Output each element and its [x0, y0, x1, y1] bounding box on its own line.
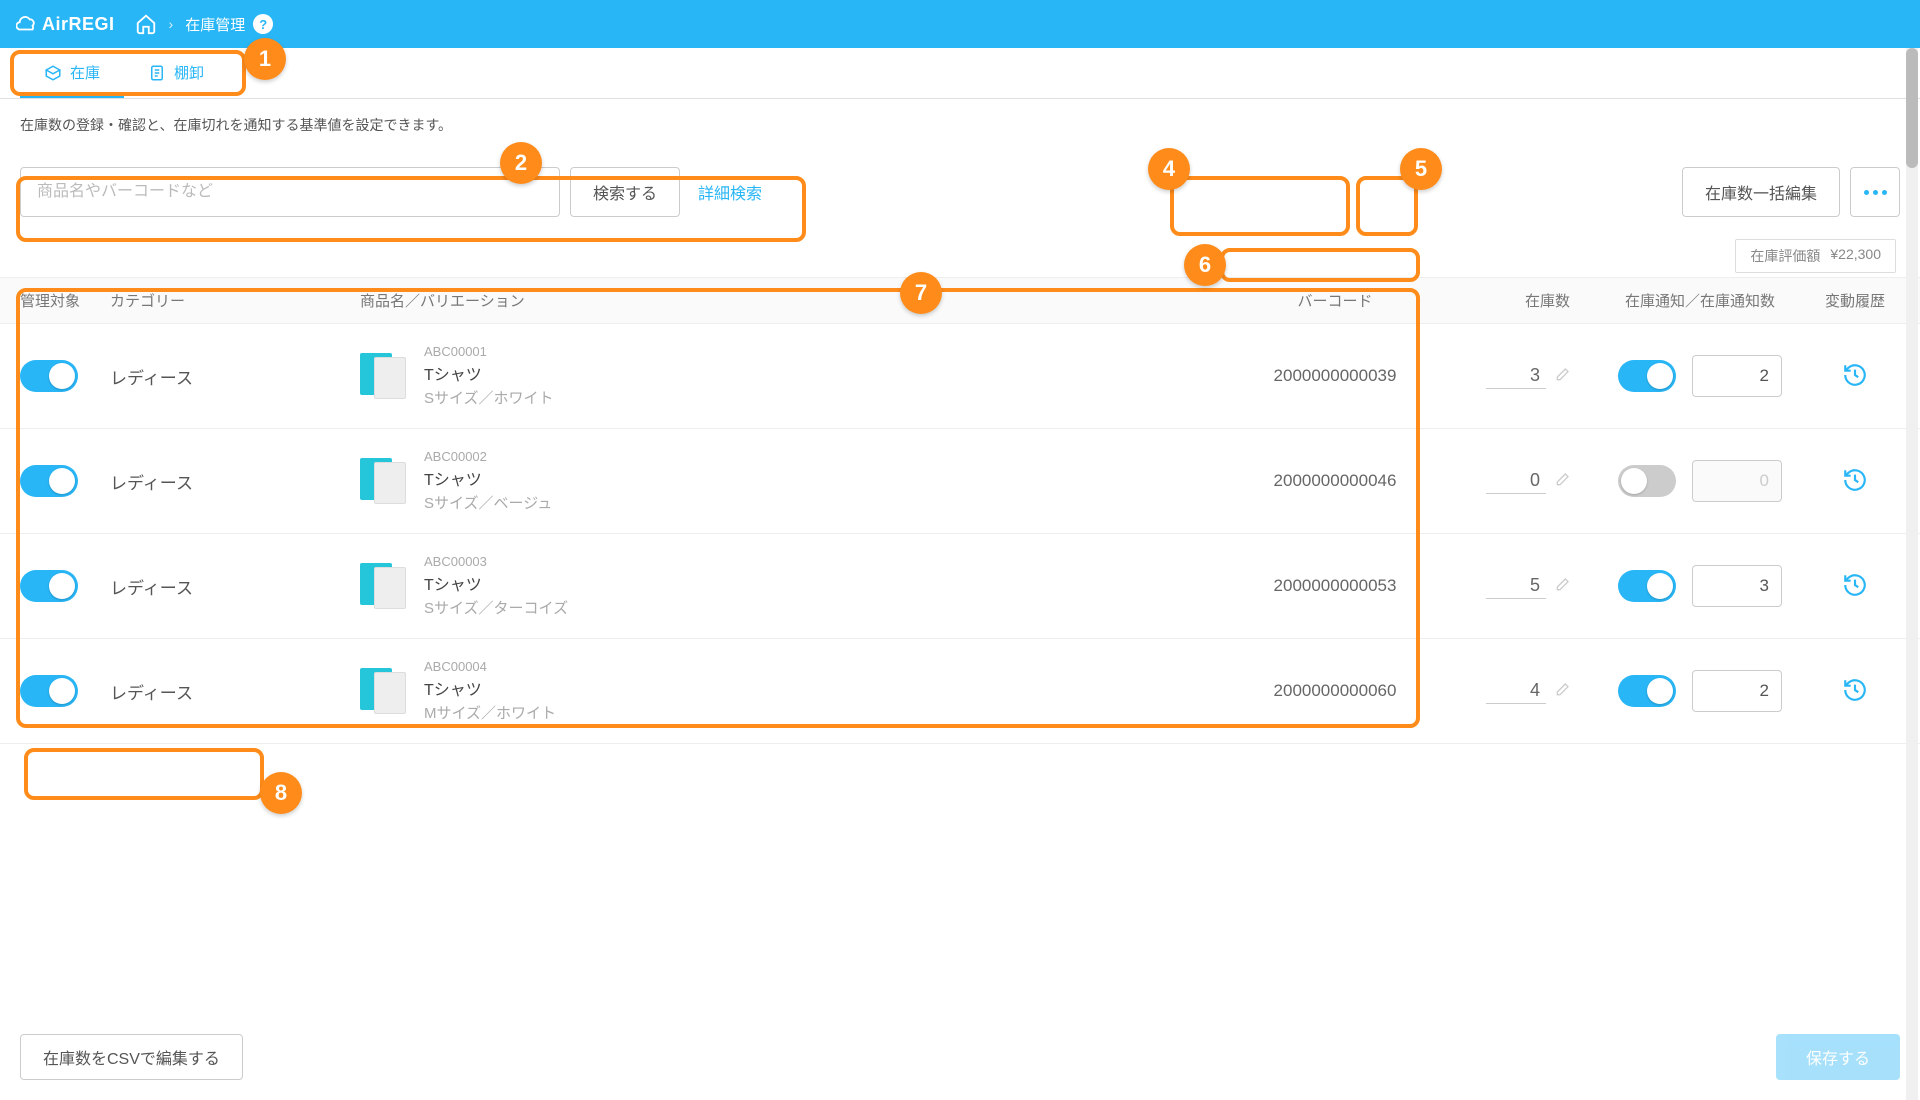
notify-toggle[interactable] [1618, 570, 1676, 602]
notify-qty-input[interactable] [1692, 355, 1782, 397]
col-history: 変動履歴 [1810, 290, 1900, 311]
notify-toggle[interactable] [1618, 675, 1676, 707]
notify-qty-input[interactable] [1692, 460, 1782, 502]
tab-stock-label: 在庫 [70, 62, 100, 83]
product-thumbnail [360, 456, 410, 506]
product-name: Tシャツ [424, 466, 552, 490]
managed-toggle[interactable] [20, 360, 78, 392]
brand-logo: AirREGI [16, 13, 115, 35]
col-notify: 在庫通知／在庫通知数 [1590, 290, 1810, 311]
box-icon [44, 64, 62, 82]
table-header: 管理対象 カテゴリー 商品名／バリエーション バーコード 在庫数 在庫通知／在庫… [0, 277, 1920, 324]
pencil-icon[interactable] [1554, 577, 1570, 596]
app-header: AirREGI › 在庫管理 ? [0, 0, 1920, 48]
advanced-search-link[interactable]: 詳細検索 [690, 180, 770, 204]
category-text: レディース [110, 684, 193, 703]
tab-inventory[interactable]: 棚卸 [124, 48, 228, 98]
history-icon[interactable] [1842, 362, 1868, 388]
product-variation: Mサイズ／ホワイト [424, 702, 556, 723]
product-name: Tシャツ [424, 361, 554, 385]
barcode-text: 2000000000046 [1274, 471, 1397, 490]
save-button[interactable]: 保存する [1776, 1034, 1900, 1080]
ellipsis-icon [1864, 190, 1887, 195]
table-row: レディース ABC00001 TシャツSサイズ／ホワイト 2000000000039 3 [0, 324, 1920, 429]
managed-toggle[interactable] [20, 570, 78, 602]
barcode-text: 2000000000053 [1274, 576, 1397, 595]
cloud-icon [16, 13, 38, 35]
product-variation: Sサイズ／ベージュ [424, 492, 552, 513]
product-sku: ABC00003 [424, 554, 568, 569]
pencil-icon[interactable] [1554, 472, 1570, 491]
valuation-amount: ¥22,300 [1830, 246, 1881, 266]
pencil-icon[interactable] [1554, 682, 1570, 701]
table-row: レディース ABC00002 TシャツSサイズ／ベージュ 2000000000046 0 [0, 429, 1920, 534]
footer-bar: 在庫数をCSVで編集する 保存する [0, 1014, 1920, 1100]
valuation-row: 在庫評価額 ¥22,300 [0, 233, 1920, 277]
stock-table: 管理対象 カテゴリー 商品名／バリエーション バーコード 在庫数 在庫通知／在庫… [0, 277, 1920, 744]
breadcrumb-separator: › [169, 16, 174, 32]
csv-edit-button[interactable]: 在庫数をCSVで編集する [20, 1034, 243, 1080]
scrollbar[interactable] [1906, 48, 1918, 1100]
barcode-text: 2000000000060 [1274, 681, 1397, 700]
stock-value[interactable]: 0 [1486, 468, 1546, 494]
clipboard-icon [148, 64, 166, 82]
table-row: レディース ABC00004 TシャツMサイズ／ホワイト 2000000000060 4 [0, 639, 1920, 744]
table-row: レディース ABC00003 TシャツSサイズ／ターコイズ 2000000000053… [0, 534, 1920, 639]
pencil-icon[interactable] [1554, 367, 1570, 386]
category-text: レディース [110, 369, 193, 388]
col-barcode: バーコード [1230, 290, 1440, 311]
table-body: レディースABC00001TシャツSサイズ／ホワイト20000000000393… [0, 324, 1920, 744]
tab-bar: 在庫 棚卸 [0, 48, 1920, 99]
col-category: カテゴリー [110, 290, 360, 311]
product-name: Tシャツ [424, 676, 556, 700]
notify-toggle[interactable] [1618, 465, 1676, 497]
col-stock: 在庫数 [1440, 290, 1590, 311]
stock-value[interactable]: 5 [1486, 573, 1546, 599]
product-sku: ABC00001 [424, 344, 554, 359]
tab-inventory-label: 棚卸 [174, 62, 204, 83]
help-button[interactable]: ? [253, 14, 273, 34]
category-text: レディース [110, 579, 193, 598]
valuation-label: 在庫評価額 [1750, 246, 1820, 266]
more-actions-button[interactable] [1850, 167, 1900, 217]
history-icon[interactable] [1842, 572, 1868, 598]
product-thumbnail [360, 351, 410, 401]
product-sku: ABC00004 [424, 659, 556, 674]
valuation-box: 在庫評価額 ¥22,300 [1735, 239, 1896, 273]
page-description: 在庫数の登録・確認と、在庫切れを通知する基準値を設定できます。 [0, 99, 1920, 151]
product-variation: Sサイズ／ホワイト [424, 387, 554, 408]
home-icon [135, 13, 157, 35]
managed-toggle[interactable] [20, 465, 78, 497]
product-name: Tシャツ [424, 571, 568, 595]
product-sku: ABC00002 [424, 449, 552, 464]
product-thumbnail [360, 561, 410, 611]
col-managed: 管理対象 [20, 290, 110, 311]
bulk-edit-button[interactable]: 在庫数一括編集 [1682, 167, 1840, 217]
barcode-text: 2000000000039 [1274, 366, 1397, 385]
tab-stock[interactable]: 在庫 [20, 48, 124, 98]
search-input[interactable] [20, 167, 560, 217]
notify-qty-input[interactable] [1692, 565, 1782, 607]
home-button[interactable] [135, 13, 157, 35]
notify-toggle[interactable] [1618, 360, 1676, 392]
stock-value[interactable]: 4 [1486, 678, 1546, 704]
history-icon[interactable] [1842, 677, 1868, 703]
managed-toggle[interactable] [20, 675, 78, 707]
history-icon[interactable] [1842, 467, 1868, 493]
category-text: レディース [110, 474, 193, 493]
scroll-thumb[interactable] [1906, 48, 1918, 168]
notify-qty-input[interactable] [1692, 670, 1782, 712]
breadcrumb-title: 在庫管理 [185, 14, 245, 35]
product-variation: Sサイズ／ターコイズ [424, 597, 568, 618]
product-thumbnail [360, 666, 410, 716]
search-bar: 検索する 詳細検索 在庫数一括編集 [0, 151, 1920, 233]
brand-text: AirREGI [42, 14, 115, 35]
col-product: 商品名／バリエーション [360, 290, 1230, 311]
search-button[interactable]: 検索する [570, 167, 680, 217]
stock-value[interactable]: 3 [1486, 363, 1546, 389]
